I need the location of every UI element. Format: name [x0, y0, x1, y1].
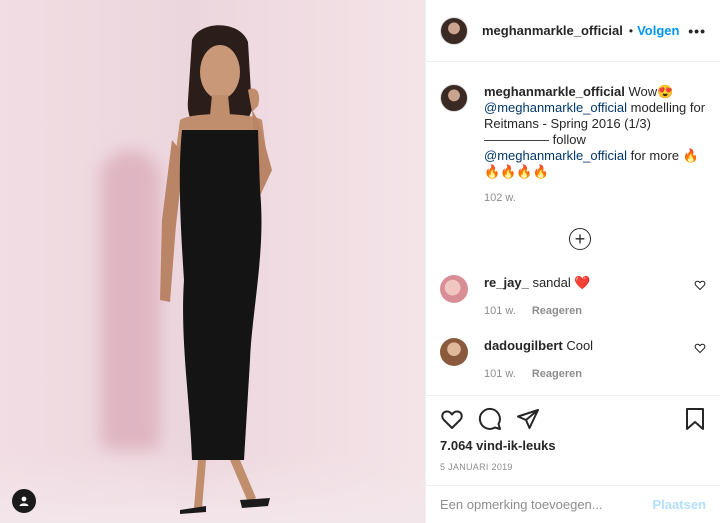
reply-button[interactable]: Reageren: [532, 303, 582, 319]
model-figure: [160, 25, 272, 514]
follow-button[interactable]: Volgen: [637, 23, 679, 38]
post-photo[interactable]: [0, 0, 425, 523]
post-comment-button[interactable]: Plaatsen: [653, 497, 706, 512]
post-date[interactable]: 5 JANUARI 2019: [440, 462, 706, 472]
comment-heart-icon[interactable]: [694, 342, 706, 354]
comment-text: Cool: [562, 338, 594, 353]
post-details-panel: meghanmarkle_official • Volgen ••• megha…: [425, 0, 720, 523]
comment-username[interactable]: dadougilbert: [484, 338, 563, 353]
comment-input[interactable]: [440, 497, 653, 512]
comment-body: dadougilbert Cool 101 w. Reageren: [484, 338, 706, 382]
likes-count[interactable]: 7.064 vind-ik-leuks: [440, 438, 706, 453]
comment-username[interactable]: re_jay_: [484, 275, 529, 290]
avatar[interactable]: [440, 16, 468, 45]
user-tag-icon[interactable]: [12, 489, 36, 513]
caption-mention[interactable]: @meghanmarkle_official: [484, 148, 627, 163]
comment-timestamp[interactable]: 101 w.: [484, 303, 516, 319]
caption-username[interactable]: meghanmarkle_official: [484, 84, 625, 99]
comment-timestamp[interactable]: 101 w.: [484, 366, 516, 382]
comment-icon[interactable]: [478, 407, 502, 431]
header-username[interactable]: meghanmarkle_official: [482, 23, 623, 38]
heart-icon[interactable]: [440, 407, 464, 431]
comment-text: sandal ❤️: [528, 275, 591, 290]
reply-button[interactable]: Reageren: [532, 366, 582, 382]
caption: meghanmarkle_official Wow😍 @meghanmarkle…: [440, 84, 706, 206]
avatar[interactable]: [440, 84, 468, 112]
comment-body: re_jay_ sandal ❤️ 101 w. Reageren: [484, 275, 706, 319]
caption-timestamp[interactable]: 102 w.: [484, 190, 706, 206]
header-separator: •: [628, 23, 634, 38]
comment-item: dadougilbert Cool 101 w. Reageren: [440, 338, 706, 382]
add-comment-bar: Plaatsen: [426, 485, 720, 523]
more-options-icon[interactable]: •••: [688, 23, 706, 39]
caption-body: meghanmarkle_official Wow😍 @meghanmarkle…: [484, 84, 706, 206]
load-more-comments-icon[interactable]: +: [569, 228, 591, 250]
caption-mention[interactable]: @meghanmarkle_official: [484, 100, 627, 115]
avatar[interactable]: [440, 275, 468, 303]
bookmark-icon[interactable]: [684, 407, 706, 431]
comment-item: re_jay_ sandal ❤️ 101 w. Reageren: [440, 275, 706, 319]
post-header: meghanmarkle_official • Volgen •••: [426, 0, 720, 62]
caption-text: Wow😍: [624, 84, 674, 99]
post-actions: 7.064 vind-ik-leuks 5 JANUARI 2019: [426, 395, 720, 472]
paper-plane-icon[interactable]: [516, 407, 540, 431]
action-icons: [440, 406, 706, 432]
avatar[interactable]: [440, 338, 468, 366]
comment-heart-icon[interactable]: [694, 279, 706, 291]
